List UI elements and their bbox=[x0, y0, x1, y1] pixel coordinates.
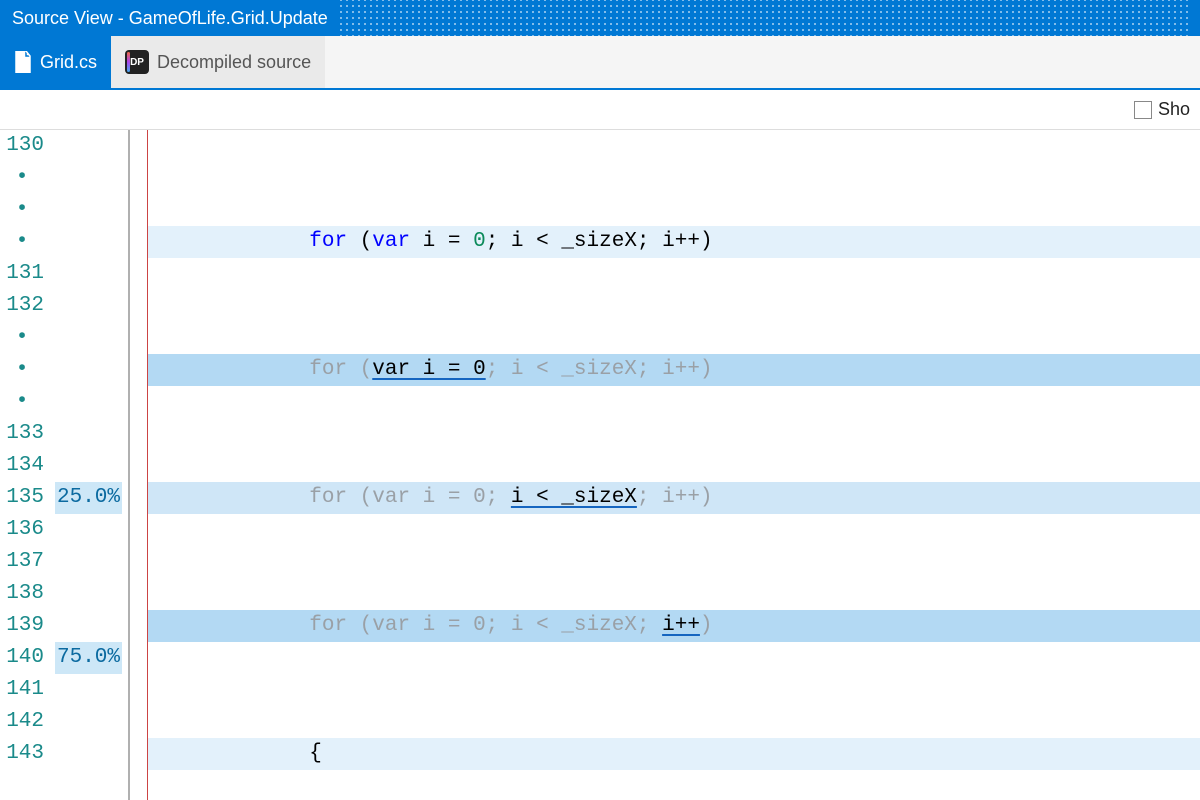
tab-bar: Grid.cs DP Decompiled source bbox=[0, 36, 1200, 90]
show-checkbox[interactable]: Sho bbox=[1134, 99, 1190, 120]
pct-cell bbox=[50, 322, 122, 354]
titlebar-grip[interactable] bbox=[338, 0, 1188, 36]
gutter-separator bbox=[128, 130, 148, 800]
pct-cell bbox=[50, 418, 122, 450]
pct-cell bbox=[50, 162, 122, 194]
sub-line-marker bbox=[0, 386, 44, 418]
pct-cell bbox=[50, 130, 122, 162]
sub-line-marker bbox=[0, 194, 44, 226]
pct-cell bbox=[50, 578, 122, 610]
pct-cell: 25.0% bbox=[50, 482, 122, 514]
pct-cell bbox=[50, 674, 122, 706]
code-line[interactable]: for (var i = 0; i < _sizeX; i++) bbox=[148, 482, 1200, 514]
code-line[interactable]: for (var i = 0; i < _sizeX; i++) bbox=[148, 354, 1200, 386]
code-editor[interactable]: 130 131 132 133 134 135 136 137 138 139 … bbox=[0, 130, 1200, 800]
line-number: 134 bbox=[0, 450, 44, 482]
line-number: 130 bbox=[0, 130, 44, 162]
pct-cell bbox=[50, 226, 122, 258]
pct-cell bbox=[50, 354, 122, 386]
tab-label: Decompiled source bbox=[157, 52, 311, 73]
dotpeek-icon: DP bbox=[125, 50, 149, 74]
checkbox-box[interactable] bbox=[1134, 101, 1152, 119]
line-number-gutter: 130 131 132 133 134 135 136 137 138 139 … bbox=[0, 130, 50, 800]
pct-cell bbox=[50, 514, 122, 546]
pct-cell bbox=[50, 194, 122, 226]
tab-decompiled[interactable]: DP Decompiled source bbox=[111, 36, 325, 88]
pct-cell: 75.0% bbox=[50, 642, 122, 674]
pct-cell bbox=[50, 738, 122, 770]
pct-cell bbox=[50, 290, 122, 322]
window-title: Source View - GameOfLife.Grid.Update bbox=[12, 8, 328, 29]
code-line[interactable]: for (var i = 0; i < _sizeX; i++) bbox=[148, 226, 1200, 258]
checkbox-label: Sho bbox=[1158, 99, 1190, 120]
tab-label: Grid.cs bbox=[40, 52, 97, 73]
window-titlebar: Source View - GameOfLife.Grid.Update bbox=[0, 0, 1200, 36]
csharp-file-icon bbox=[14, 51, 32, 73]
sub-line-marker bbox=[0, 162, 44, 194]
line-number: 141 bbox=[0, 674, 44, 706]
sub-line-marker bbox=[0, 226, 44, 258]
pct-cell bbox=[50, 386, 122, 418]
pct-cell bbox=[50, 706, 122, 738]
line-number: 135 bbox=[0, 482, 44, 514]
line-number: 142 bbox=[0, 706, 44, 738]
tab-grid-cs[interactable]: Grid.cs bbox=[0, 36, 111, 88]
sub-line-marker bbox=[0, 322, 44, 354]
line-number: 137 bbox=[0, 546, 44, 578]
line-number: 132 bbox=[0, 290, 44, 322]
code-line[interactable]: for (var i = 0; i < _sizeX; i++) bbox=[148, 610, 1200, 642]
line-number: 133 bbox=[0, 418, 44, 450]
line-number: 131 bbox=[0, 258, 44, 290]
code-line[interactable]: { bbox=[148, 738, 1200, 770]
pct-cell bbox=[50, 610, 122, 642]
percent-gutter: 25.0% 75.0% bbox=[50, 130, 128, 800]
line-number: 143 bbox=[0, 738, 44, 770]
line-number: 138 bbox=[0, 578, 44, 610]
editor-toolbar: Sho bbox=[0, 90, 1200, 130]
line-number: 139 bbox=[0, 610, 44, 642]
code-area[interactable]: for (var i = 0; i < _sizeX; i++) for (va… bbox=[148, 130, 1200, 800]
line-number: 136 bbox=[0, 514, 44, 546]
pct-cell bbox=[50, 546, 122, 578]
sub-line-marker bbox=[0, 354, 44, 386]
pct-cell bbox=[50, 258, 122, 290]
pct-cell bbox=[50, 450, 122, 482]
line-number: 140 bbox=[0, 642, 44, 674]
